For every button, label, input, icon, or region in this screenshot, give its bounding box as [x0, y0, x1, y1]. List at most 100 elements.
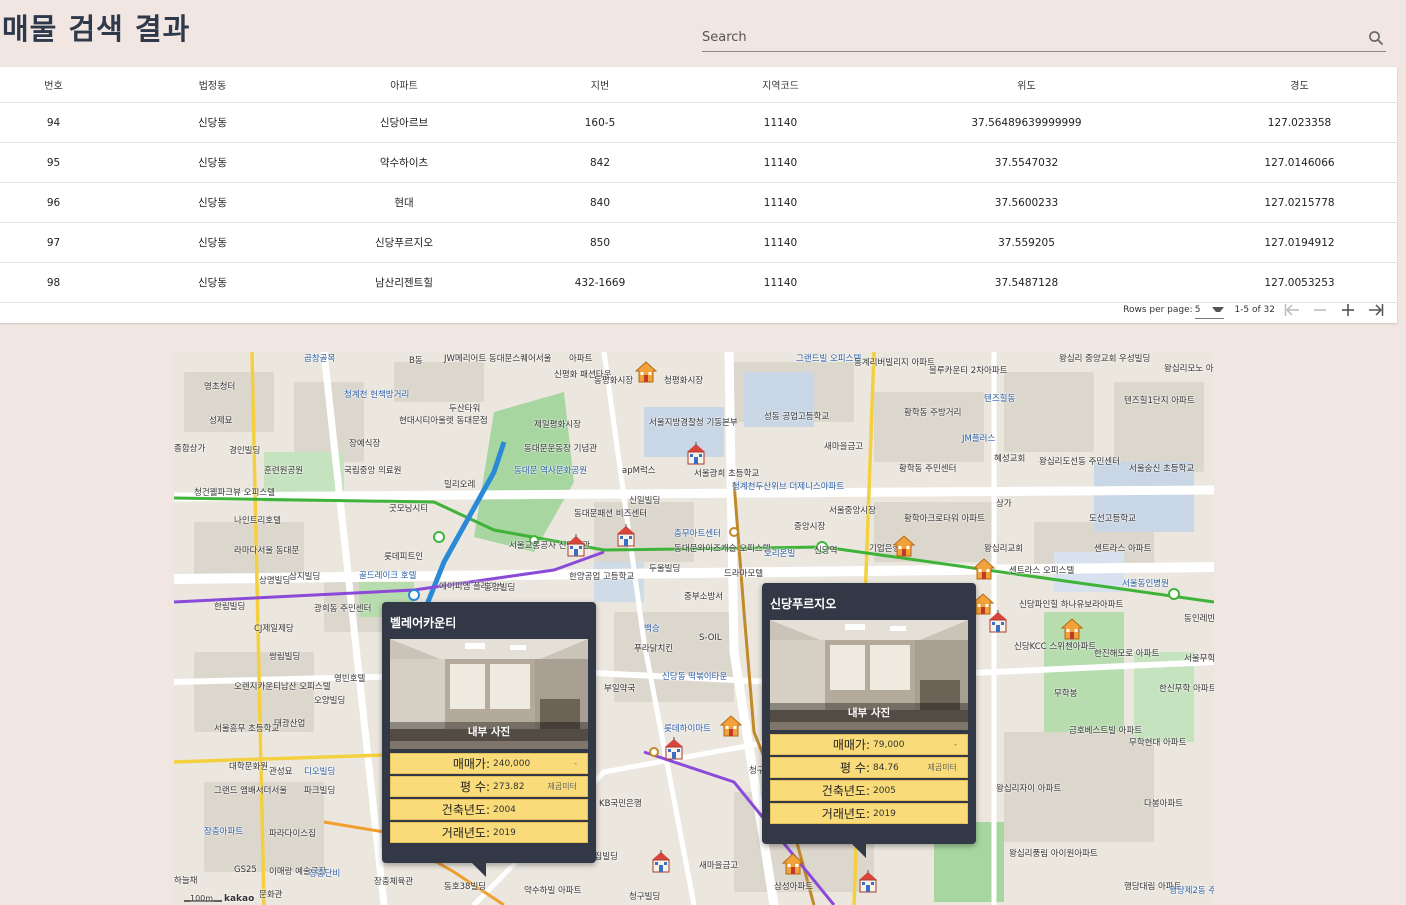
area-value: 84.76 — [873, 762, 899, 773]
map-place-label: 두울빌딩 — [649, 564, 681, 574]
column-header-latitude[interactable]: 위도 — [851, 67, 1202, 103]
map-place-label: 부일약국 — [604, 684, 636, 694]
school-marker-icon[interactable] — [614, 524, 638, 548]
map-place-label: 동평화시장 — [594, 376, 634, 386]
house-marker-icon[interactable] — [972, 557, 996, 581]
table-row[interactable]: 95 신당동 약수하이츠 842 11140 37.5547032 127.0146066 — [0, 142, 1397, 183]
map-place-label: B동 — [409, 356, 423, 366]
last-page-button[interactable] — [1365, 300, 1387, 320]
house-marker-icon[interactable] — [781, 852, 805, 876]
overlay-pointer — [852, 844, 866, 858]
map-place-label: 중앙시장 — [794, 522, 826, 532]
map-place-label: 동양빌딩 — [484, 583, 516, 593]
row-apartment-cell: 신당아르브 — [318, 102, 490, 143]
map-place-label: 센트라스 오피스텔 — [1009, 566, 1075, 576]
rows-per-page-select[interactable]: 5 — [1194, 302, 1225, 319]
table-row[interactable]: 97 신당동 신당푸르지오 850 11140 37.559205 127.0194912 — [0, 222, 1397, 263]
map-place-label: 상명빌딩 — [259, 576, 291, 586]
area-unit: 제곱미터 — [547, 782, 577, 791]
table-row[interactable]: 98 신당동 남산리젠트힐 432-1669 11140 37.5487128 127.00… — [0, 262, 1397, 303]
school-marker-icon[interactable] — [856, 870, 880, 894]
map-place-label: 동호38빌딩 — [444, 882, 487, 892]
map-place-label: 국립중앙 의료원 — [344, 466, 402, 476]
school-marker-icon[interactable] — [684, 442, 708, 466]
column-header-number[interactable]: 번호 — [0, 67, 107, 103]
map-view[interactable]: 곱창골목 B동 JW메리어트 동대문스퀘어서울 아파트 신평화 패션타운 동평화시장 청평화… — [174, 352, 1214, 905]
column-header-dong[interactable]: 법정동 — [107, 67, 318, 103]
map-place-label: 드라마모텔 — [724, 569, 764, 579]
map-place-label: 서울흥무 초등학교 — [214, 724, 280, 734]
built-year-label: 건축년도: — [821, 784, 870, 798]
map-place-label: 서울중앙시장 — [829, 506, 876, 516]
row-dong-cell: 신당동 — [107, 102, 318, 143]
row-dong-cell: 신당동 — [107, 222, 318, 263]
map-place-label: apM럭스 — [622, 466, 656, 476]
first-page-button[interactable] — [1281, 300, 1303, 320]
house-marker-icon[interactable] — [719, 714, 743, 738]
rows-per-page-label: Rows per page: — [1123, 305, 1193, 315]
map-place-label: 한진해모로 아파트 — [1094, 649, 1160, 659]
row-dong-cell: 신당동 — [107, 142, 318, 183]
table-row[interactable]: 96 신당동 현대 840 11140 37.5600233 127.0215778 — [0, 182, 1397, 223]
map-place-label: 롯데피트인 — [384, 552, 424, 562]
map-place-label: 그랜드빌 오피스텔 — [796, 354, 862, 364]
column-header-longitude[interactable]: 경도 — [1202, 67, 1397, 103]
school-marker-icon[interactable] — [986, 610, 1010, 634]
map-place-label: 새마을금고 — [824, 442, 864, 452]
results-table-panel: 번호 법정동 아파트 지번 지역코드 위도 경도 94 신당동 신당아르브 160-5… — [0, 67, 1397, 323]
map-place-label: 새마을금고 — [699, 861, 739, 871]
school-marker-icon[interactable] — [564, 534, 588, 558]
next-page-button[interactable] — [1337, 300, 1359, 320]
map-place-label: 서울광희 초등학교 — [694, 469, 760, 479]
previous-page-button[interactable] — [1309, 300, 1331, 320]
map-place-label: 하늘채 — [174, 876, 198, 886]
house-marker-icon[interactable] — [892, 534, 916, 558]
photo-caption: 내부 사진 — [770, 703, 968, 722]
map-place-label: 블루카운티 2차아파트 — [929, 366, 1008, 376]
table-row[interactable]: 94 신당동 신당아르브 160-5 11140 37.56489639999999 127… — [0, 102, 1397, 143]
map-place-label: 중부소방서 — [684, 592, 724, 602]
map-place-label: 한림빌딩 — [214, 602, 246, 612]
price-extra: - — [574, 759, 577, 768]
map-place-label: 서울지방경찰청 기동본부 — [649, 418, 738, 428]
map-place-label: 황학동 주방거리 — [904, 408, 962, 418]
map-provider-logo: kakao — [224, 894, 255, 904]
area-row: 평 수: 84.76 제곱미터 — [770, 757, 968, 778]
row-region-code-cell: 11140 — [710, 102, 851, 143]
column-header-apartment[interactable]: 아파트 — [318, 67, 490, 103]
row-latitude-cell: 37.5600233 — [851, 182, 1202, 223]
results-table: 번호 법정동 아파트 지번 지역코드 위도 경도 94 신당동 신당아르브 160-5… — [0, 67, 1397, 303]
map-place-label: 현대시티아울렛 동대문점 — [399, 416, 488, 426]
last-page-icon — [1369, 304, 1384, 316]
school-marker-icon[interactable] — [662, 737, 686, 761]
row-number-cell: 94 — [0, 102, 107, 143]
map-place-label: 장충아파트 — [204, 827, 244, 837]
map-place-label: 푸라닭치킨 — [634, 644, 674, 654]
column-header-region-code[interactable]: 지역코드 — [710, 67, 851, 103]
row-lot-cell: 840 — [490, 182, 710, 223]
column-header-lot[interactable]: 지번 — [490, 67, 710, 103]
search-input[interactable] — [702, 26, 1342, 49]
house-marker-icon[interactable] — [634, 360, 658, 384]
row-apartment-cell: 현대 — [318, 182, 490, 223]
map-place-label: 서울동인병원 — [1122, 579, 1169, 589]
map-place-label: 청평화시장 — [664, 376, 704, 386]
map-place-label: 약수하빌 아파트 — [524, 886, 582, 896]
price-label: 매매가: — [452, 757, 490, 771]
row-longitude-cell: 127.0053253 — [1202, 262, 1397, 303]
built-year-row: 건축년도: 2004 — [390, 799, 588, 820]
house-marker-icon[interactable] — [1060, 617, 1084, 641]
map-place-label: 문화관 — [259, 890, 283, 900]
map-place-label: 황학동 주민센터 — [899, 464, 957, 474]
map-place-label: 관성묘 — [269, 767, 293, 777]
map-place-label: 종합상가 — [174, 444, 206, 454]
row-region-code-cell: 11140 — [710, 142, 851, 183]
search-bar — [702, 26, 1386, 52]
search-icon[interactable] — [1368, 30, 1384, 46]
row-number-cell: 96 — [0, 182, 107, 223]
map-place-label: 밀리오레 — [444, 480, 476, 490]
price-value: 240,000 — [493, 758, 531, 769]
map-place-label: 텐즈힐동 — [984, 394, 1016, 404]
map-place-label: 디오빌딩 — [304, 767, 336, 777]
school-marker-icon[interactable] — [649, 850, 673, 874]
